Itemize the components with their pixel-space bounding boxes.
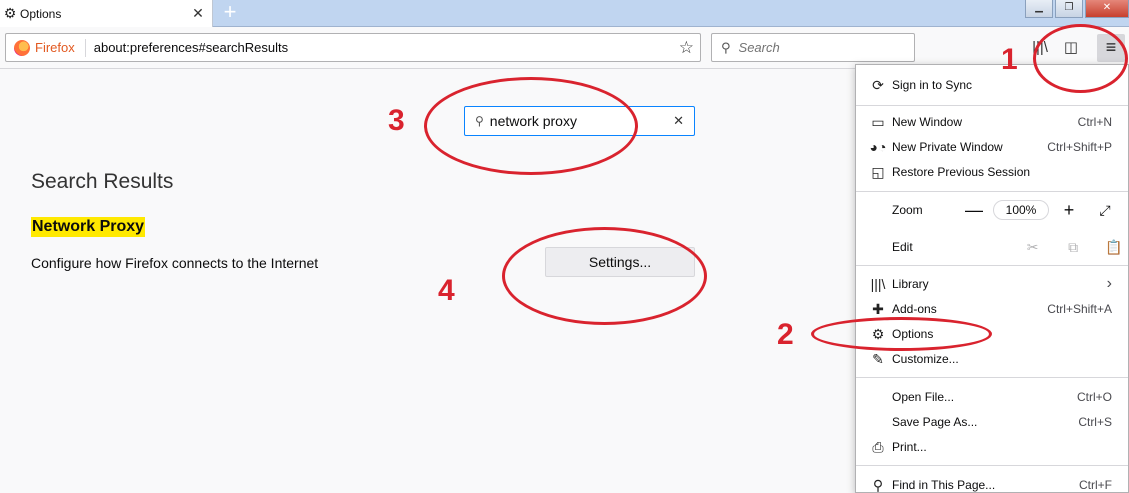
- annotation-number-4: 4: [438, 274, 455, 307]
- close-window-button[interactable]: ✕: [1085, 0, 1129, 18]
- page-title: Search Results: [31, 170, 174, 193]
- menu-item-library[interactable]: |||\ Library ›: [856, 272, 1128, 296]
- menu-label: Save Page As...: [892, 415, 978, 429]
- new-window-icon: ▭: [871, 113, 885, 130]
- annotation-number-2: 2: [777, 318, 794, 351]
- close-tab-icon[interactable]: ✕: [190, 5, 206, 21]
- network-proxy-description: Configure how Firefox connects to the In…: [31, 255, 319, 271]
- menu-label: Restore Previous Session: [892, 165, 1031, 179]
- firefox-logo-icon: [14, 39, 30, 56]
- edit-label: Edit: [892, 240, 913, 254]
- copy-icon[interactable]: ⧉: [1059, 239, 1088, 256]
- paste-icon[interactable]: 📋: [1099, 239, 1128, 256]
- url-separator: [84, 38, 86, 57]
- search-placeholder: Search: [738, 40, 780, 55]
- fullscreen-icon[interactable]: ⤢: [1097, 202, 1113, 219]
- menu-zoom-row: Zoom — 100% + ⤢: [856, 198, 1128, 222]
- annotation-circle-menu: [1033, 24, 1128, 93]
- library-icon: |||\: [870, 276, 886, 292]
- annotation-number-3: 3: [388, 104, 405, 137]
- menu-separator: [856, 265, 1128, 266]
- menu-separator: [856, 105, 1128, 106]
- menu-label: Print...: [892, 440, 927, 454]
- menu-shortcut: Ctrl+O: [1076, 390, 1112, 404]
- sync-icon: ⟳: [872, 76, 884, 93]
- menu-label: Find in This Page...: [892, 478, 996, 492]
- search-icon: ⚲: [721, 39, 731, 55]
- menu-item-find[interactable]: ⚲ Find in This Page... Ctrl+F: [856, 473, 1128, 493]
- identity-label[interactable]: Firefox: [35, 40, 75, 55]
- menu-item-restore-session[interactable]: ◱ Restore Previous Session: [856, 160, 1128, 184]
- nav-bar: Firefox about:preferences#searchResults …: [0, 27, 1129, 69]
- annotation-circle-options: [811, 317, 992, 351]
- gear-icon: ⚙: [3, 5, 17, 21]
- zoom-in-button[interactable]: +: [1061, 200, 1077, 221]
- menu-separator: [856, 377, 1128, 378]
- restore-session-icon: ◱: [871, 163, 885, 180]
- tab-label: Options: [20, 6, 62, 21]
- menu-separator: [856, 191, 1128, 192]
- printer-icon: ⎙: [872, 438, 884, 455]
- zoom-label: Zoom: [892, 203, 923, 217]
- submenu-arrow-icon: ›: [1106, 275, 1112, 292]
- menu-edit-row: Edit ✂ ⧉ 📋: [856, 235, 1128, 259]
- url-text[interactable]: about:preferences#searchResults: [94, 40, 679, 55]
- menu-shortcut: Ctrl+F: [1079, 478, 1112, 492]
- menu-item-print[interactable]: ⎙ Print...: [856, 435, 1128, 459]
- clear-search-icon[interactable]: ✕: [673, 113, 684, 129]
- menu-shortcut: Ctrl+N: [1077, 115, 1112, 129]
- paintbrush-icon: ✎: [872, 350, 884, 367]
- menu-label: Open File...: [892, 390, 955, 404]
- restore-button[interactable]: ❐: [1055, 0, 1083, 18]
- new-tab-button[interactable]: +: [218, 1, 242, 25]
- annotation-number-1: 1: [1001, 43, 1018, 76]
- menu-separator: [856, 465, 1128, 466]
- bookmark-star-icon[interactable]: ☆: [679, 38, 694, 58]
- network-proxy-heading: Network Proxy: [31, 217, 146, 237]
- private-mask-icon: ◕◔: [869, 139, 887, 155]
- window-controls: ▁ ❐ ✕: [1023, 0, 1129, 18]
- menu-item-open-file[interactable]: Open File... Ctrl+O: [856, 385, 1128, 409]
- menu-shortcut: Ctrl+Shift+P: [1047, 140, 1112, 154]
- url-bar[interactable]: Firefox about:preferences#searchResults …: [5, 33, 701, 62]
- search-bar[interactable]: ⚲ Search: [711, 33, 915, 62]
- menu-label: Library: [892, 277, 929, 291]
- menu-label: New Private Window: [892, 140, 1003, 154]
- menu-label: Customize...: [892, 352, 959, 366]
- menu-item-new-private-window[interactable]: ◕◔ New Private Window Ctrl+Shift+P: [856, 135, 1128, 159]
- menu-item-new-window[interactable]: ▭ New Window Ctrl+N: [856, 110, 1128, 134]
- zoom-reset-button[interactable]: 100%: [993, 200, 1049, 220]
- menu-label: Add-ons: [892, 302, 937, 316]
- puzzle-icon: ✚: [872, 300, 884, 317]
- app-menu-panel: ⟳ Sign in to Sync ▭ New Window Ctrl+N ◕◔…: [855, 64, 1129, 493]
- menu-shortcut: Ctrl+S: [1078, 415, 1112, 429]
- annotation-circle-search: [424, 77, 638, 175]
- tab-strip: ⚙ Options ✕ + ▁ ❐ ✕: [0, 0, 1129, 27]
- tab-options[interactable]: ⚙ Options ✕: [0, 0, 213, 27]
- zoom-out-button[interactable]: —: [965, 200, 983, 221]
- menu-item-save-page[interactable]: Save Page As... Ctrl+S: [856, 410, 1128, 434]
- annotation-circle-settings: [502, 227, 707, 325]
- menu-label: New Window: [892, 115, 963, 129]
- search-icon: ⚲: [872, 476, 884, 493]
- cut-icon[interactable]: ✂: [1018, 239, 1047, 256]
- menu-shortcut: Ctrl+Shift+A: [1047, 302, 1112, 316]
- minimize-button[interactable]: ▁: [1025, 0, 1053, 18]
